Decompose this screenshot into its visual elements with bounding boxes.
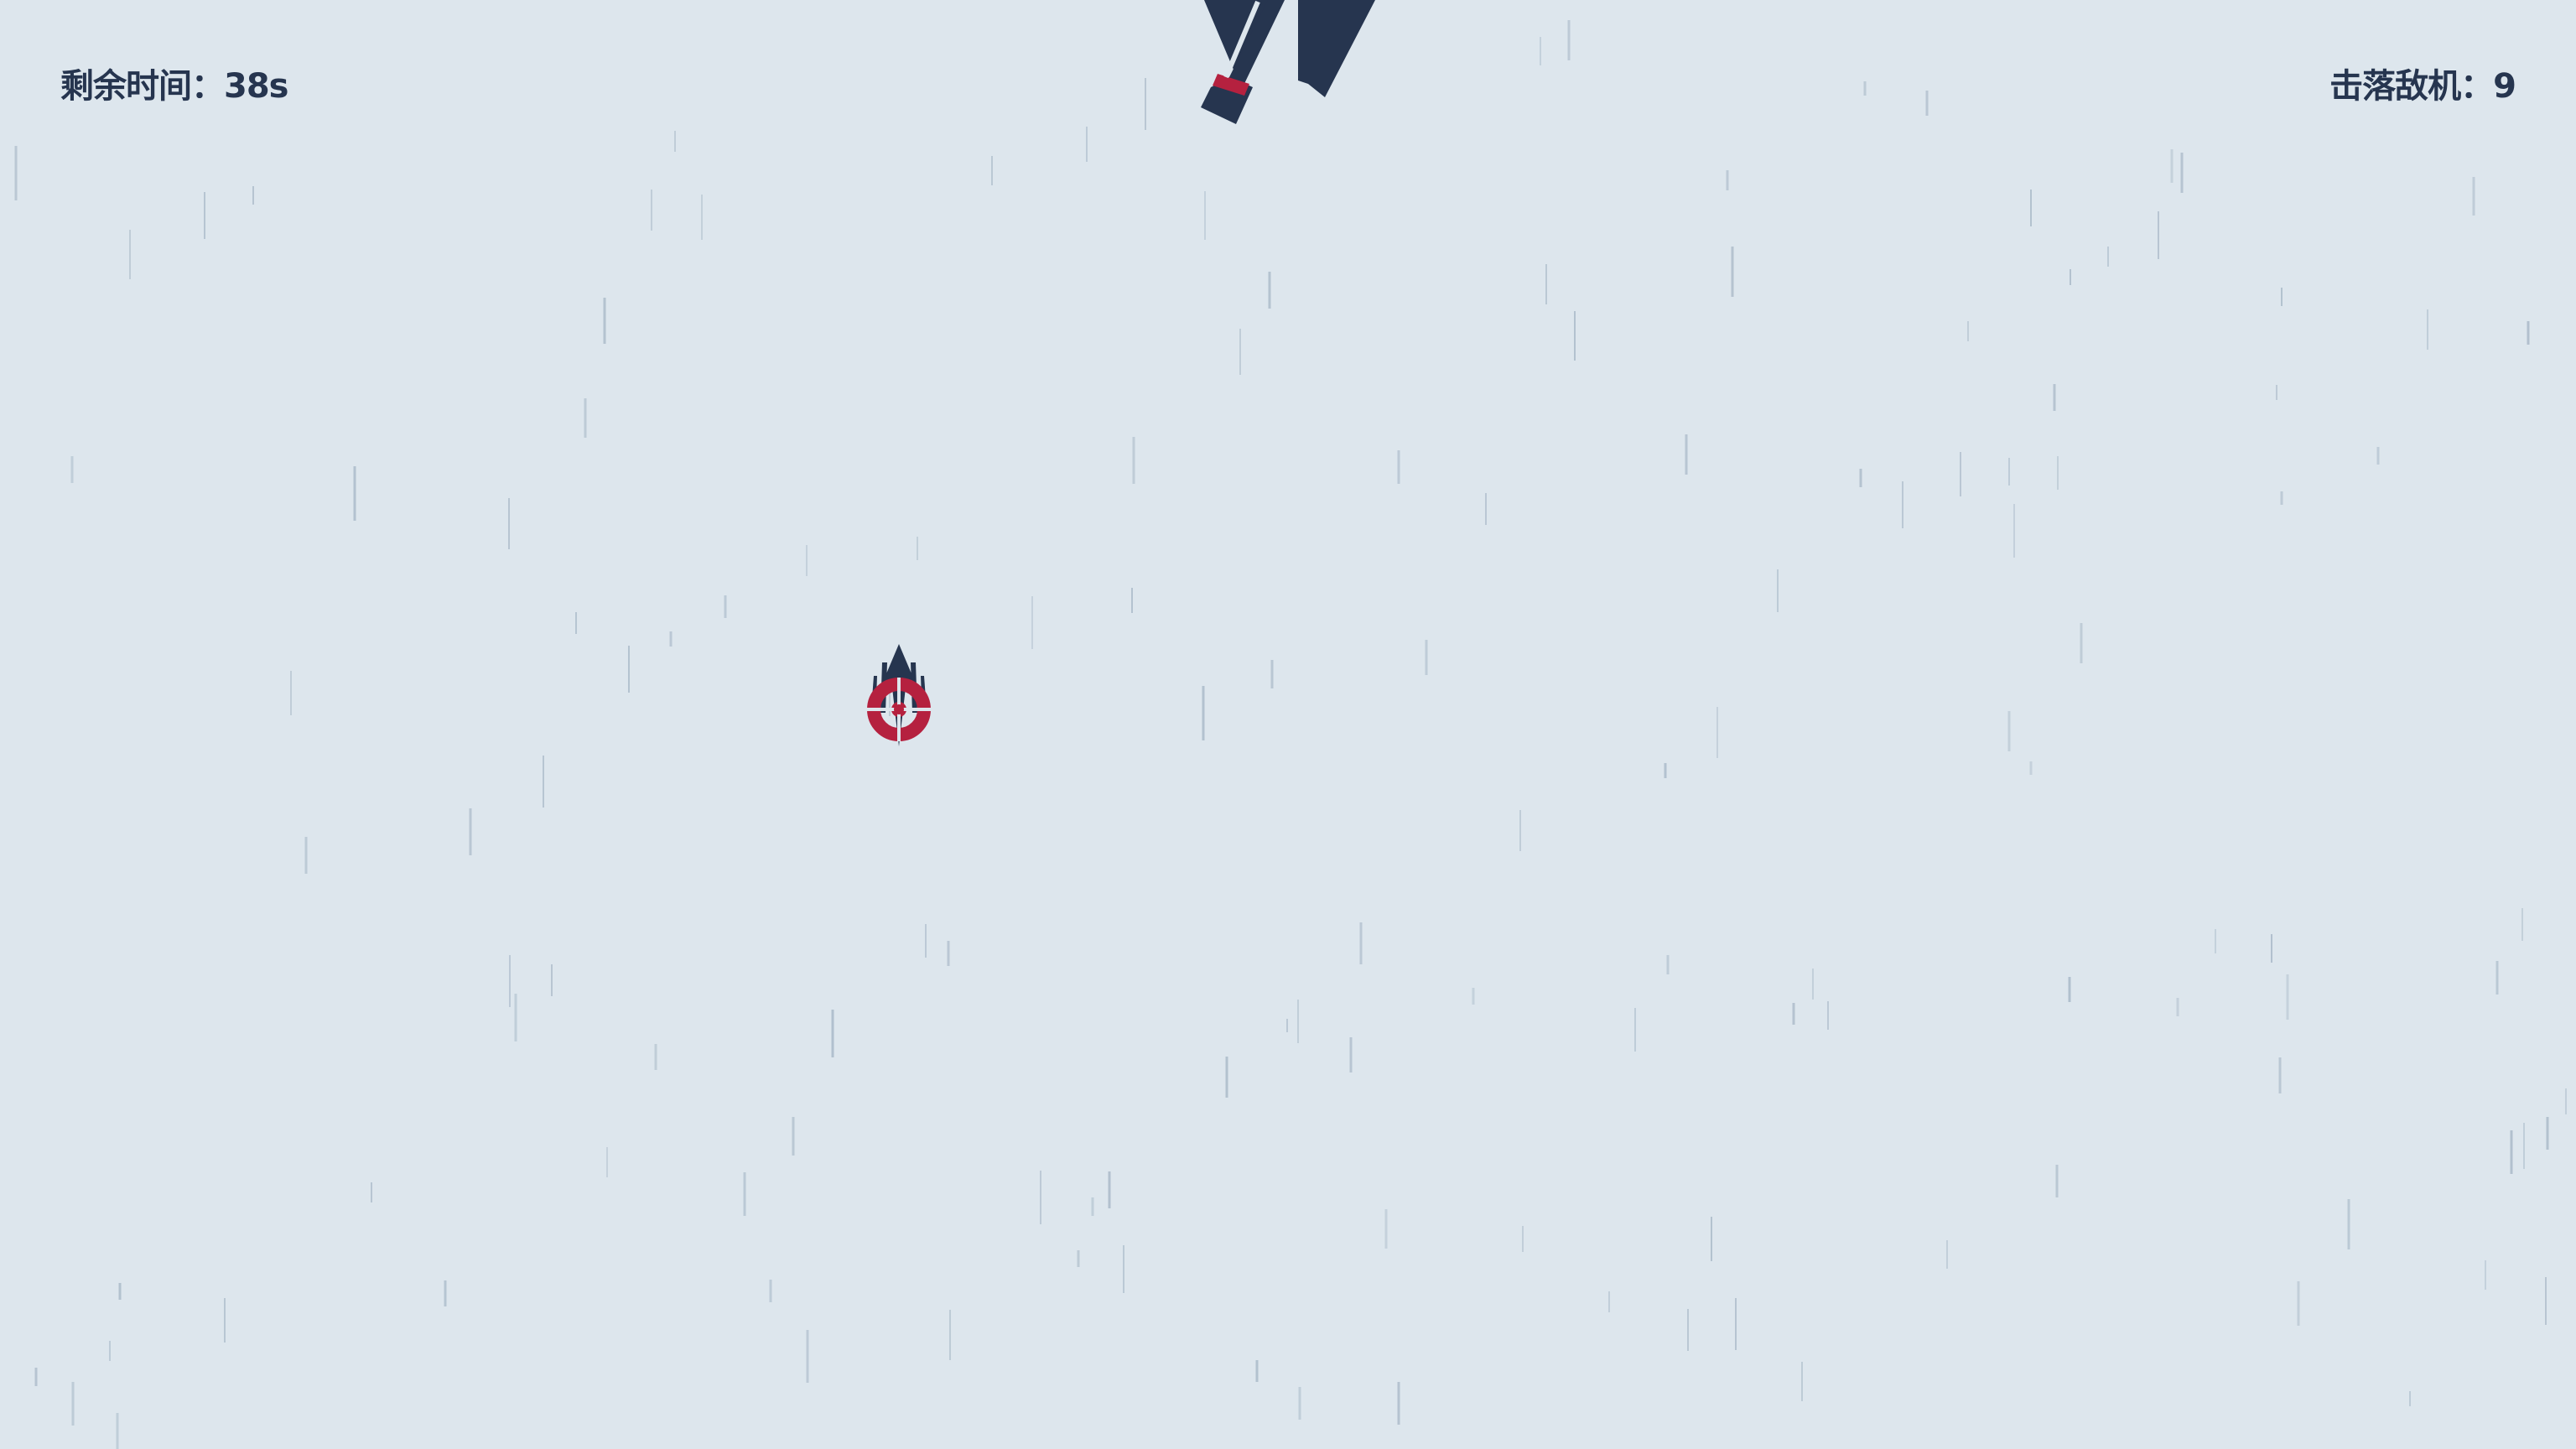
enemies-downed-display: 击落敌机：9 xyxy=(2329,59,2516,107)
game-canvas[interactable]: 剩余时间：38s 击落敌机：9 xyxy=(0,0,2576,1449)
time-remaining-display: 剩余时间：38s xyxy=(60,59,288,107)
player-jet[interactable] xyxy=(0,0,2576,1449)
time-remaining-value: 38s xyxy=(224,67,288,106)
enemies-downed-label: 击落敌机： xyxy=(2329,67,2494,106)
time-remaining-label: 剩余时间： xyxy=(60,67,225,106)
enemies-downed-value: 9 xyxy=(2493,67,2516,106)
target-reticle-icon xyxy=(867,678,931,741)
